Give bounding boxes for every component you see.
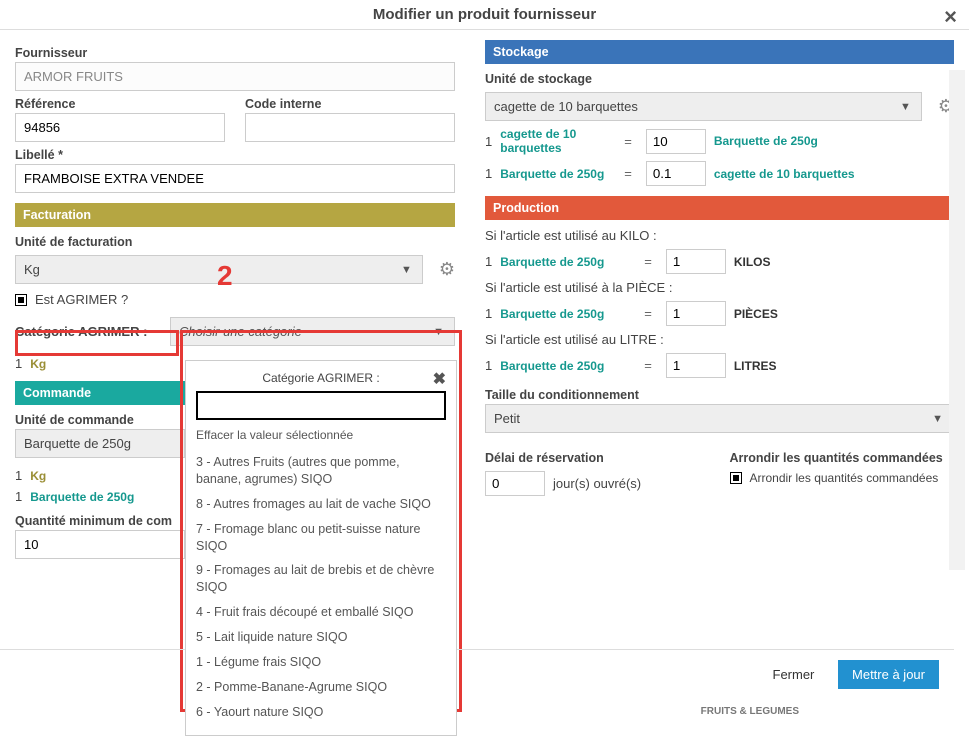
stockage-header: Stockage xyxy=(485,40,954,64)
scrollbar[interactable] xyxy=(949,70,965,570)
qty-min-input[interactable] xyxy=(15,530,185,559)
stockage-qty-2[interactable] xyxy=(646,161,706,186)
equals-sign: = xyxy=(618,166,638,181)
arrondir-checkbox[interactable] xyxy=(730,472,742,484)
unite-commande-select[interactable]: Barquette de 250g xyxy=(15,429,185,458)
conv-unit-kg-2[interactable]: Kg xyxy=(30,469,46,483)
categorie-dropdown-panel: Catégorie AGRIMER : ✖ Effacer la valeur … xyxy=(185,360,457,736)
categorie-agrimer-select[interactable]: Choisir une catégorie ▼ xyxy=(170,317,455,346)
arrondir-header: Arrondir les quantités commandées xyxy=(730,451,955,465)
mettre-a-jour-button[interactable]: Mettre à jour xyxy=(838,660,939,689)
prod-unit-litre[interactable]: Barquette de 250g xyxy=(500,359,630,373)
stockage-qty-1[interactable] xyxy=(646,129,706,154)
equals-sign: = xyxy=(618,134,638,149)
unite-stockage-label: Unité de stockage xyxy=(485,72,954,86)
caret-down-icon: ▼ xyxy=(932,413,943,425)
code-interne-input[interactable] xyxy=(245,113,455,142)
facturation-header: Facturation xyxy=(15,203,455,227)
stockage-left-unit-1[interactable]: cagette de 10 barquettes xyxy=(500,127,610,155)
modal-header: Modifier un produit fournisseur × xyxy=(0,0,969,30)
conv-unit-barquette[interactable]: Barquette de 250g xyxy=(30,490,134,504)
fournisseur-input xyxy=(15,62,455,91)
categorie-search-input[interactable] xyxy=(196,391,446,420)
production-header: Production xyxy=(485,196,954,220)
prod-piece-label: Si l'article est utilisé à la PIÈCE : xyxy=(485,280,954,295)
libelle-input[interactable] xyxy=(15,164,455,193)
caret-down-icon: ▼ xyxy=(401,264,412,276)
dropdown-option[interactable]: 1 - Légume frais SIQO xyxy=(196,650,446,675)
dropdown-option[interactable]: 9 - Fromages au lait de brebis et de chè… xyxy=(196,558,446,600)
delai-label: Délai de réservation xyxy=(485,451,710,465)
dropdown-option[interactable]: 3 - Autres Fruits (autres que pomme, ban… xyxy=(196,450,446,492)
caret-down-icon: ▼ xyxy=(433,326,444,338)
categorie-agrimer-label: Catégorie AGRIMER : xyxy=(15,324,160,339)
prod-kilo-input[interactable] xyxy=(666,249,726,274)
dropdown-option[interactable]: 5 - Lait liquide nature SIQO xyxy=(196,625,446,650)
fournisseur-label: Fournisseur xyxy=(15,46,455,60)
reference-label: Référence xyxy=(15,97,225,111)
unite-stockage-select[interactable]: cagette de 10 barquettes ▼ xyxy=(485,92,922,121)
close-icon[interactable]: × xyxy=(944,4,957,30)
cond-select[interactable]: Petit ▼ xyxy=(485,404,954,433)
prod-piece-input[interactable] xyxy=(666,301,726,326)
clear-selection[interactable]: Effacer la valeur sélectionnée xyxy=(196,428,446,442)
dropdown-option[interactable]: 7 - Fromage blanc ou petit-suisse nature… xyxy=(196,517,446,559)
conv-unit-kg[interactable]: Kg xyxy=(30,357,46,371)
modal-footer: Fermer Mettre à jour xyxy=(0,649,954,699)
cond-label: Taille du conditionnement xyxy=(485,388,954,402)
stockage-right-unit-2[interactable]: cagette de 10 barquettes xyxy=(714,167,855,181)
libelle-label: Libellé * xyxy=(15,148,455,162)
prod-unit-kilo[interactable]: Barquette de 250g xyxy=(500,255,630,269)
dropdown-option[interactable]: 2 - Pomme-Banane-Agrume SIQO xyxy=(196,675,446,700)
reference-input[interactable] xyxy=(15,113,225,142)
est-agrimer-checkbox[interactable] xyxy=(15,294,27,306)
prod-litre-input[interactable] xyxy=(666,353,726,378)
close-icon[interactable]: ✖ xyxy=(433,369,446,389)
code-interne-label: Code interne xyxy=(245,97,455,111)
gear-icon[interactable]: ⚙ xyxy=(439,259,455,280)
caret-down-icon: ▼ xyxy=(900,101,911,113)
prod-litre-label: Si l'article est utilisé au LITRE : xyxy=(485,332,954,347)
prod-kilo-label: Si l'article est utilisé au KILO : xyxy=(485,228,954,243)
stockage-right-unit-1[interactable]: Barquette de 250g xyxy=(714,134,818,148)
stockage-left-unit-2[interactable]: Barquette de 250g xyxy=(500,167,610,181)
annotation-number: 2 xyxy=(217,260,233,292)
fermer-button[interactable]: Fermer xyxy=(759,660,829,689)
est-agrimer-label: Est AGRIMER ? xyxy=(35,292,128,307)
dropdown-option[interactable]: 4 - Fruit frais découpé et emballé SIQO xyxy=(196,600,446,625)
unite-facturation-label: Unité de facturation xyxy=(15,235,455,249)
bg-text: FRUITS & LEGUMES xyxy=(701,706,799,717)
prod-unit-piece[interactable]: Barquette de 250g xyxy=(500,307,630,321)
dropdown-option[interactable]: 8 - Autres fromages au lait de vache SIQ… xyxy=(196,492,446,517)
modal-title: Modifier un produit fournisseur xyxy=(373,6,596,23)
delai-input[interactable] xyxy=(485,471,545,496)
